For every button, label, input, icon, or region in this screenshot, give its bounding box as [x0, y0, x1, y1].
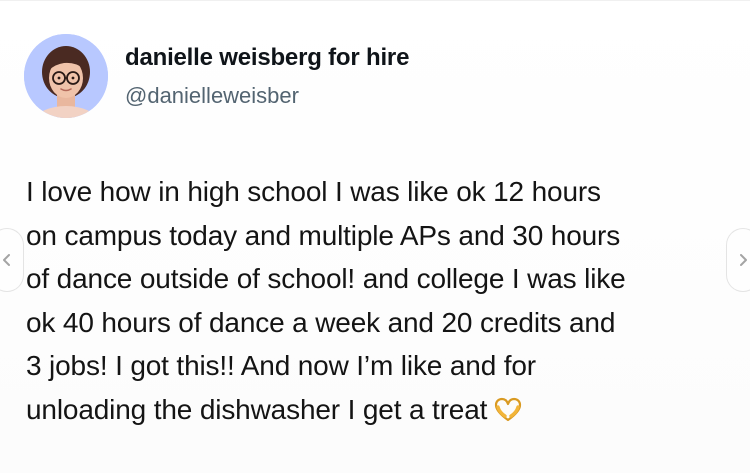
tweet-line: 3 jobs! I got this!! And now I’m like an… [26, 350, 536, 381]
carousel-prev-button[interactable] [0, 228, 24, 292]
chevron-left-icon [3, 254, 10, 266]
author-handle[interactable]: @danielleweisber [125, 83, 299, 109]
tweet-line: ok 40 hours of dance a week and 20 credi… [26, 306, 616, 338]
tweet-line-text: unloading the dishwasher I get a treat [26, 393, 488, 425]
author-display-name[interactable]: danielle weisberg for hire [125, 44, 409, 72]
carousel-next-button[interactable] [726, 228, 750, 292]
tweet-text: I love how in high school I was like ok … [26, 170, 741, 431]
tweet-line: on campus today and multiple APs and 30 … [26, 219, 621, 251]
tweet-line-last: unloading the dishwasher I get a treat [26, 388, 741, 432]
heart-hands-icon [495, 397, 522, 421]
profile-photo-icon [24, 34, 108, 118]
tweet-screenshot: danielle weisberg for hire @danielleweis… [0, 0, 750, 473]
avatar[interactable] [24, 34, 108, 118]
chevron-right-icon [740, 254, 747, 266]
tweet-line: I love how in high school I was like ok … [26, 176, 601, 207]
top-divider [0, 0, 750, 1]
tweet-line: of dance outside of school! and college … [26, 263, 626, 294]
